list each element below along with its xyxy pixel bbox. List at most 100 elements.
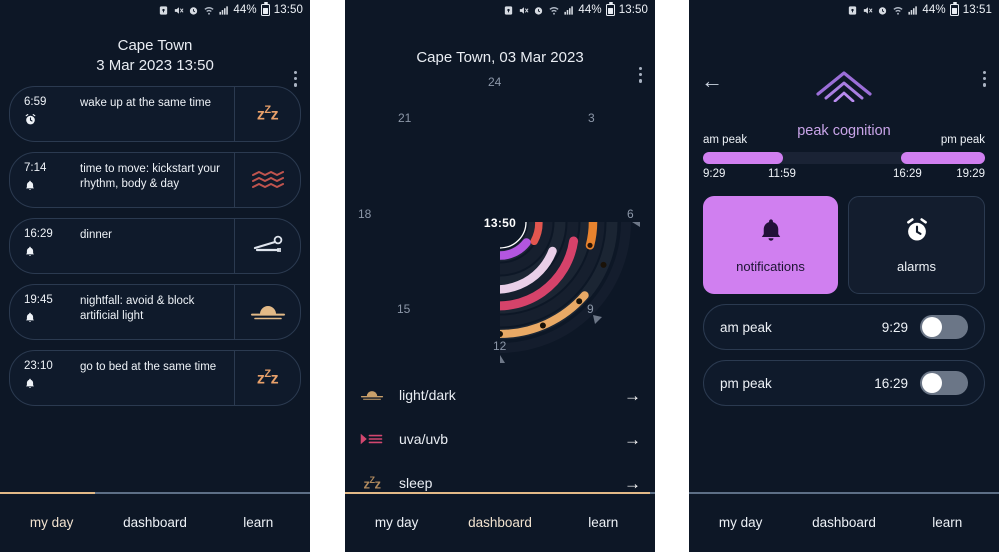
phone-panel-my-day: 44% 13:50 Cape Town 3 Mar 2023 13:50 6:5…	[0, 0, 310, 552]
toggle-label: pm peak	[720, 375, 772, 391]
wifi-icon	[203, 5, 214, 16]
alarm-clock-icon	[24, 113, 70, 131]
phone-panel-dashboard: 44% 13:50 Cape Town, 03 Mar 2023 24 3 6 …	[345, 0, 655, 552]
tile-label: notifications	[736, 259, 805, 274]
item-action-icon[interactable]	[234, 219, 300, 273]
notifications-tile[interactable]: notifications	[703, 196, 838, 294]
bottom-nav-1: my day dashboard learn	[0, 492, 310, 552]
list-item[interactable]: 23:10 go to bed at the same time zZz	[9, 350, 301, 406]
nav-item-dashboard[interactable]: dashboard	[448, 515, 551, 530]
zzz-icon: zZz	[363, 474, 382, 492]
list-item[interactable]: 16:29 dinner	[9, 218, 301, 274]
am-peak-toggle-row[interactable]: am peak 9:29	[703, 304, 985, 350]
list-item[interactable]: 19:45 nightfall: avoid & block artificia…	[9, 284, 301, 340]
zzz-icon: zZz	[256, 103, 279, 124]
item-action-icon[interactable]: zZz	[234, 87, 300, 141]
metric-list: light/dark → uva/uvb → zZz sleep →	[345, 369, 655, 505]
list-item-label: uva/uvb	[399, 431, 449, 447]
nav-item-learn[interactable]: learn	[207, 515, 310, 530]
list-item-label: sleep	[399, 475, 433, 491]
nav-item-learn[interactable]: learn	[552, 515, 655, 530]
nav-item-my-day[interactable]: my day	[345, 515, 448, 530]
dial-tick-12: 12	[493, 339, 507, 353]
item-action-icon[interactable]	[234, 153, 300, 207]
am-peak-bar	[703, 152, 783, 164]
wifi-icon	[892, 5, 903, 16]
item-label: dinner	[80, 229, 112, 241]
peak-track	[703, 152, 985, 164]
status-bar-2: 44% 13:50	[345, 0, 655, 20]
zzz-icon: zZz	[256, 367, 279, 388]
pm-peak-start: 16:29	[893, 168, 922, 180]
status-time: 13:50	[273, 4, 303, 16]
nav-item-my-day[interactable]: my day	[689, 515, 792, 530]
status-time: 13:50	[618, 4, 648, 16]
arrow-right-icon[interactable]: →	[624, 431, 641, 448]
alarm-icon	[533, 5, 544, 16]
schedule-list: 6:59 wake up at the same time zZz 7:14 t…	[0, 82, 310, 406]
mute-icon	[518, 5, 529, 16]
list-item[interactable]: 6:59 wake up at the same time zZz	[9, 86, 301, 142]
panel2-header: Cape Town, 03 Mar 2023	[345, 20, 655, 83]
nav-item-dashboard[interactable]: dashboard	[792, 515, 895, 530]
item-label: wake up at the same time	[80, 97, 212, 109]
mode-tiles: notifications alarms	[689, 184, 999, 294]
alarms-tile[interactable]: alarms	[848, 196, 985, 294]
pm-peak-toggle-row[interactable]: pm peak 16:29	[703, 360, 985, 406]
screenshot-root: 44% 13:50 Cape Town 3 Mar 2023 13:50 6:5…	[0, 0, 1000, 552]
page-title: Cape Town, 03 Mar 2023	[416, 49, 584, 66]
bottom-nav-2: my day dashboard learn	[345, 492, 655, 552]
item-label: time to move: kickstart your rhythm, bod…	[80, 163, 220, 190]
dial-center-time: 13:50	[483, 216, 517, 230]
bell-icon	[24, 311, 70, 329]
am-peak-switch[interactable]	[920, 315, 968, 339]
wifi-icon	[548, 5, 559, 16]
mute-icon	[173, 5, 184, 16]
toggle-label: am peak	[720, 319, 772, 335]
nav-item-learn[interactable]: learn	[896, 515, 999, 530]
dial-tick-24: 24	[488, 75, 502, 89]
am-peak-start: 9:29	[703, 168, 726, 180]
lock-icon	[503, 5, 514, 16]
list-item[interactable]: light/dark →	[359, 373, 641, 417]
arrow-right-icon[interactable]: →	[624, 387, 641, 404]
waves-icon	[251, 171, 284, 188]
list-item[interactable]: 7:14 time to move: kickstart your rhythm…	[9, 152, 301, 208]
battery-percent: 44%	[233, 4, 257, 16]
pm-peak-bar	[901, 152, 985, 164]
item-action-icon[interactable]	[234, 285, 300, 339]
nav-item-dashboard[interactable]: dashboard	[103, 515, 206, 530]
nav-indicator-fill	[345, 492, 650, 494]
mute-icon	[862, 5, 873, 16]
item-action-icon[interactable]: zZz	[234, 351, 300, 405]
nav-indicator-track	[689, 492, 999, 494]
status-time: 13:51	[962, 4, 992, 16]
nav-item-my-day[interactable]: my day	[0, 515, 103, 530]
circadian-dial-chart[interactable]: 24 3 6 9 12 15 18 21 13:50	[345, 74, 655, 369]
tile-label: alarms	[896, 259, 936, 274]
toggle-value: 9:29	[881, 319, 908, 335]
panel-gap-1	[310, 0, 345, 552]
panel1-header: Cape Town 3 Mar 2023 13:50	[0, 20, 310, 87]
item-time: 16:29	[24, 228, 53, 240]
toggle-value: 16:29	[874, 375, 908, 391]
peak-chevron-icon	[689, 68, 999, 102]
peak-windows-chart: am peak pm peak 9:29 11:59 16:29 19:29	[689, 134, 999, 184]
status-bar-1: 44% 13:50	[0, 0, 310, 20]
battery-icon	[605, 2, 615, 16]
nav-indicator-track	[0, 492, 310, 494]
item-label: go to bed at the same time	[80, 361, 217, 373]
arrow-right-icon[interactable]: →	[624, 475, 641, 492]
dial-tick-21: 21	[398, 111, 412, 125]
signal-icon	[563, 5, 574, 16]
pm-peak-label: pm peak	[940, 134, 985, 146]
item-time: 7:14	[24, 162, 47, 174]
panel3-header: ← peak cognition	[689, 20, 999, 139]
dial-tick-9: 9	[587, 302, 594, 316]
bell-icon	[758, 216, 784, 249]
bell-icon	[24, 377, 70, 395]
bell-icon	[24, 245, 70, 263]
pm-peak-switch[interactable]	[920, 371, 968, 395]
list-item[interactable]: uva/uvb →	[359, 417, 641, 461]
am-peak-end: 11:59	[768, 168, 796, 180]
